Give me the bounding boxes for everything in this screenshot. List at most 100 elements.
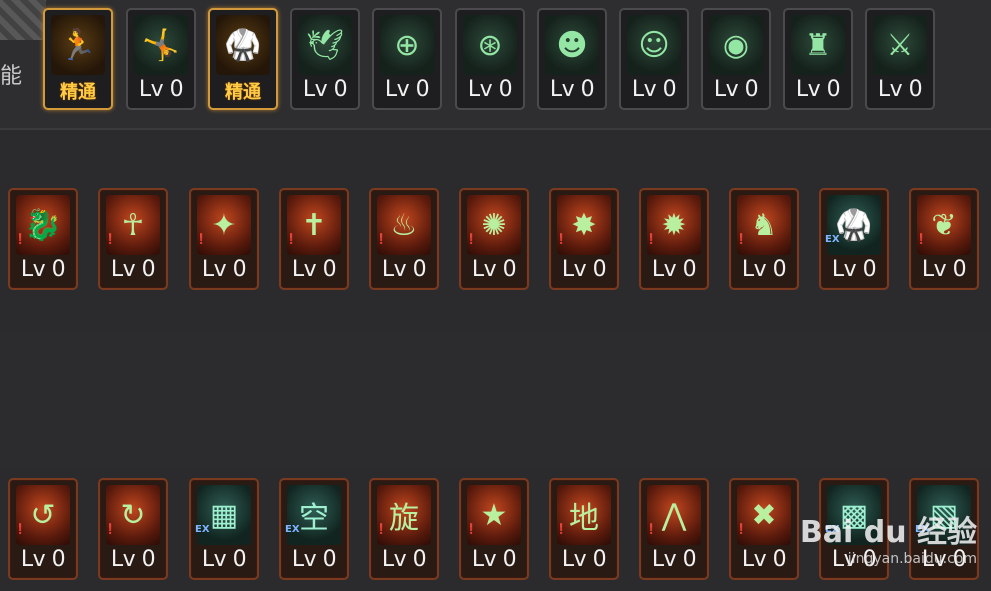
skill-slot[interactable]: 🕊 Lv 0 xyxy=(290,8,360,110)
level-label: Lv 0 xyxy=(713,77,759,102)
skill-tag: ❗ xyxy=(465,524,478,535)
watermark-logo: Bai du 经验 xyxy=(799,515,977,550)
beast-icon: ♞ xyxy=(737,195,791,255)
skill-slot[interactable]: ★ ❗ Lv 0 xyxy=(459,478,529,580)
skill-slot[interactable]: ◉ Lv 0 xyxy=(701,8,771,110)
cross-icon: ✝ xyxy=(287,195,341,255)
skill-slot[interactable]: ✸ ❗ Lv 0 xyxy=(549,188,619,290)
crosshair-icon: ⊕ xyxy=(380,15,434,75)
level-label: Lv 0 xyxy=(20,257,66,282)
blurred-corner xyxy=(0,0,46,40)
skill-slot[interactable]: ⚔ Lv 0 xyxy=(865,8,935,110)
level-label: Lv 0 xyxy=(381,547,427,572)
skill-tag: ❗ xyxy=(375,524,388,535)
skill-slot[interactable]: 地 ❗ Lv 0 xyxy=(549,478,619,580)
skill-slot[interactable]: 🏃 精通 xyxy=(43,8,113,110)
ankh-icon: ☥ xyxy=(106,195,160,255)
skill-slot[interactable]: ✖ ❗ Lv 0 xyxy=(729,478,799,580)
skill-slot[interactable]: ✹ ❗ Lv 0 xyxy=(639,188,709,290)
level-label: Lv 0 xyxy=(651,257,697,282)
wings-icon: 🕊 xyxy=(298,15,352,75)
level-label: Lv 0 xyxy=(20,547,66,572)
skill-slot[interactable]: 🥋 精通 xyxy=(208,8,278,110)
watermark: Bai du 经验 jingyan.baidu.com xyxy=(800,507,977,567)
skill-slot[interactable]: ☥ ❗ Lv 0 xyxy=(98,188,168,290)
level-label: Lv 0 xyxy=(877,77,923,102)
kanji-earth-icon: 地 xyxy=(557,485,611,545)
level-label: Lv 0 xyxy=(561,547,607,572)
middle-band xyxy=(0,330,991,470)
head-profile-icon: ☻ xyxy=(545,15,599,75)
skill-slot[interactable]: ✦ ❗ Lv 0 xyxy=(189,188,259,290)
skill-tag: EX xyxy=(285,524,300,535)
skill-slot[interactable]: 空 EX Lv 0 xyxy=(279,478,349,580)
strike-figure-icon: 🥋 xyxy=(216,15,270,75)
level-label: Lv 0 xyxy=(110,257,156,282)
watermark-url: jingyan.baidu.com xyxy=(847,551,977,567)
skill-slot[interactable]: ⊛ Lv 0 xyxy=(455,8,525,110)
skill-tag: ❗ xyxy=(645,234,658,245)
section-label: 能 xyxy=(0,64,23,89)
kanji-wind-icon: 旋 xyxy=(377,485,431,545)
level-label: Lv 0 xyxy=(201,257,247,282)
skill-slot[interactable]: ✺ ❗ Lv 0 xyxy=(459,188,529,290)
skill-tag: ❗ xyxy=(14,234,27,245)
skill-slot[interactable]: ⊕ Lv 0 xyxy=(372,8,442,110)
level-label: Lv 0 xyxy=(471,547,517,572)
skill-slot[interactable]: ♨ ❗ Lv 0 xyxy=(369,188,439,290)
skill-slot[interactable]: ↻ ❗ Lv 0 xyxy=(98,478,168,580)
level-label: Lv 0 xyxy=(631,77,677,102)
flame-crest-icon: ♨ xyxy=(377,195,431,255)
sword-figure-icon: ⚔ xyxy=(873,15,927,75)
swirl-icon: ↻ xyxy=(106,485,160,545)
skill-slot[interactable]: ⋀ ❗ Lv 0 xyxy=(639,478,709,580)
level-label: Lv 0 xyxy=(302,77,348,102)
head-gear-icon: ☺ xyxy=(627,15,681,75)
skill-tag: ❗ xyxy=(14,524,27,535)
eye-icon: ◉ xyxy=(709,15,763,75)
skill-tag: ❗ xyxy=(645,524,658,535)
skill-tag: ❗ xyxy=(555,524,568,535)
skill-slot[interactable]: ☺ Lv 0 xyxy=(619,8,689,110)
skill-slot[interactable]: ☻ Lv 0 xyxy=(537,8,607,110)
slash-icon: ✦ xyxy=(197,195,251,255)
skill-slot[interactable]: ↺ ❗ Lv 0 xyxy=(8,478,78,580)
skill-slot[interactable]: 🐉 ❗ Lv 0 xyxy=(8,188,78,290)
skill-slot[interactable]: ❦ ❗ Lv 0 xyxy=(909,188,979,290)
vortex-icon: ✺ xyxy=(467,195,521,255)
spin-strike-icon: ↺ xyxy=(16,485,70,545)
skill-tag: ❗ xyxy=(915,234,928,245)
skill-slot[interactable]: ♜ Lv 0 xyxy=(783,8,853,110)
kanji-sky-icon: 空 xyxy=(287,485,341,545)
level-label: Lv 0 xyxy=(384,77,430,102)
skill-tag: ❗ xyxy=(555,234,568,245)
level-label: Lv 0 xyxy=(795,77,841,102)
level-label: Lv 0 xyxy=(201,547,247,572)
skill-tag: ❗ xyxy=(285,234,298,245)
x-cross-icon: ✖ xyxy=(737,485,791,545)
skill-tag: ❗ xyxy=(465,234,478,245)
mastery-label: 精通 xyxy=(225,82,261,103)
skill-slot[interactable]: ▦ EX Lv 0 xyxy=(189,478,259,580)
leap-figure-icon: 🤸 xyxy=(134,15,188,75)
wing-slash-icon: ❦ xyxy=(917,195,971,255)
claw-icon: ✸ xyxy=(557,195,611,255)
skill-slot[interactable]: ✝ ❗ Lv 0 xyxy=(279,188,349,290)
burst-icon: ✹ xyxy=(647,195,701,255)
level-label: Lv 0 xyxy=(110,547,156,572)
skill-slot[interactable]: ♞ ❗ Lv 0 xyxy=(729,188,799,290)
level-label: Lv 0 xyxy=(741,257,787,282)
level-label: Lv 0 xyxy=(381,257,427,282)
skill-tag: EX xyxy=(825,234,840,245)
level-label: Lv 0 xyxy=(138,77,184,102)
skill-slot[interactable]: 旋 ❗ Lv 0 xyxy=(369,478,439,580)
skill-tag: ❗ xyxy=(735,234,748,245)
skill-tag: ❗ xyxy=(735,524,748,535)
skill-slot[interactable]: 🥋 EX Lv 0 xyxy=(819,188,889,290)
dragon-icon: 🐉 xyxy=(16,195,70,255)
skill-tag: ❗ xyxy=(104,524,117,535)
mastery-label: 精通 xyxy=(60,82,96,103)
level-label: Lv 0 xyxy=(921,257,967,282)
level-label: Lv 0 xyxy=(651,547,697,572)
skill-slot[interactable]: 🤸 Lv 0 xyxy=(126,8,196,110)
